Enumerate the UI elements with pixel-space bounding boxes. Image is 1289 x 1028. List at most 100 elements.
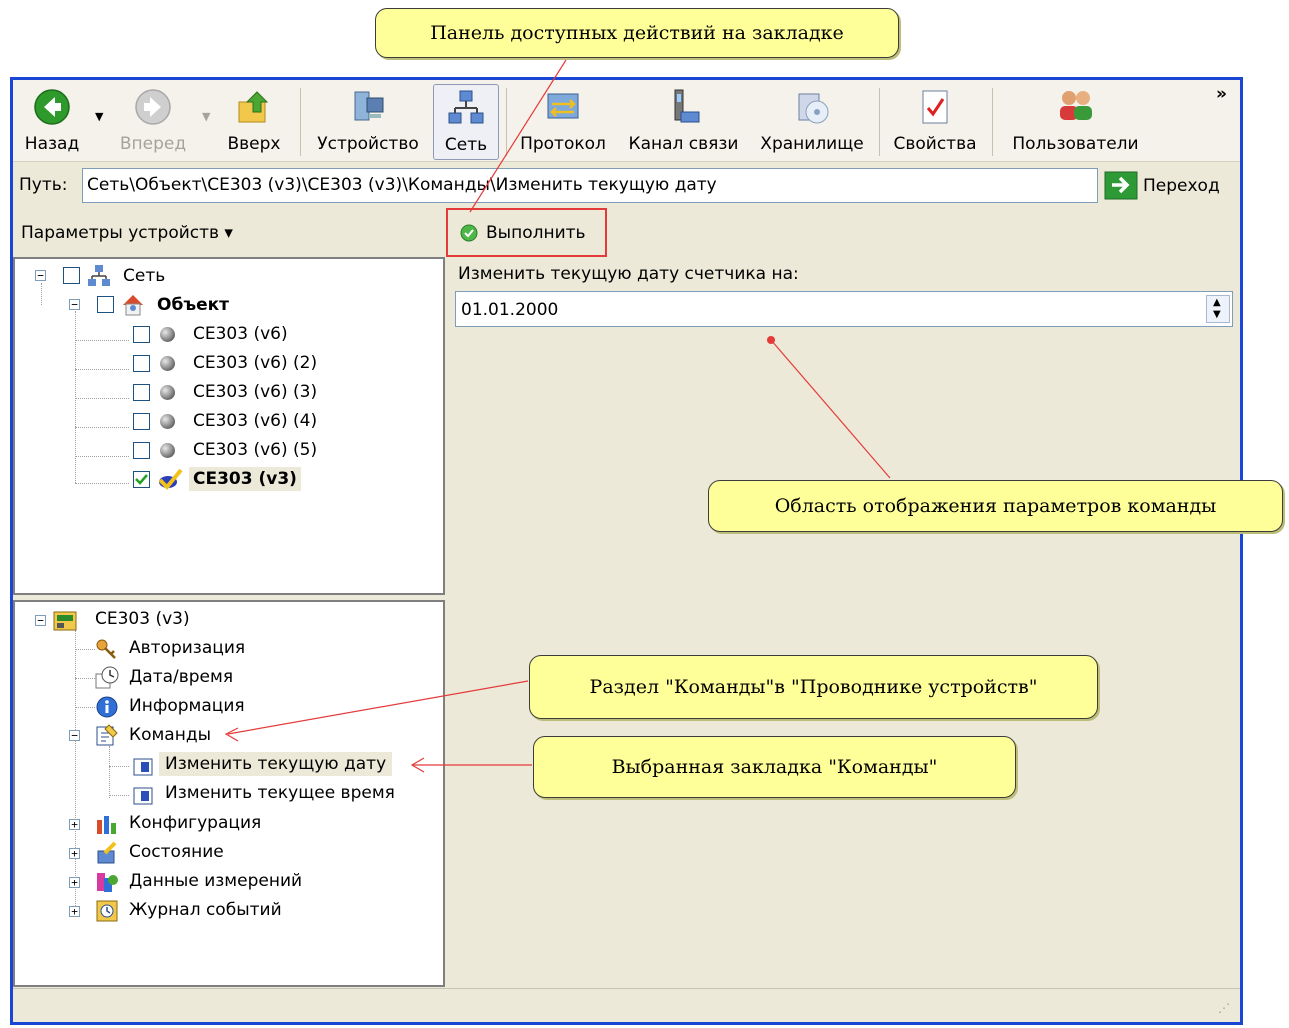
checkbox[interactable] <box>97 296 114 313</box>
forward-dropdown-icon[interactable]: ▼ <box>202 110 210 123</box>
toolbar-separator <box>992 88 993 156</box>
tree-node-device-selected[interactable]: СЕ303 (v3) <box>189 467 301 491</box>
device-offline-icon <box>160 414 175 429</box>
toolbar: Назад ▼ Вперед ▼ Вверх Устройство Сеть П… <box>13 80 1240 162</box>
network-button[interactable]: Сеть <box>433 84 499 160</box>
folder-up-icon <box>238 91 269 123</box>
forward-arrow-icon <box>135 89 171 125</box>
disk-storage-icon <box>798 93 829 124</box>
checkbox[interactable] <box>63 267 80 284</box>
tree-node-auth[interactable]: Авторизация <box>129 638 245 658</box>
path-label: Путь: <box>19 175 68 195</box>
network-tree: − Сеть − Объект СЕ303 (v6) СЕ303 (v6) (2… <box>13 257 445 595</box>
collapse-toggle[interactable]: − <box>69 299 80 310</box>
state-icon <box>97 841 117 864</box>
tree-node-info[interactable]: Информация <box>129 696 245 716</box>
date-input[interactable]: 01.01.2000 ▲ ▼ <box>455 291 1233 327</box>
collapse-toggle[interactable]: − <box>35 615 46 626</box>
tree-node-state[interactable]: Состояние <box>129 842 224 862</box>
protocol-icon <box>547 93 579 119</box>
tree-node-object[interactable]: Объект <box>157 295 229 315</box>
spin-down-icon[interactable]: ▼ <box>1213 309 1221 320</box>
device-params-dropdown[interactable]: Параметры устройств ▾ <box>21 223 233 243</box>
toolbar-separator <box>300 88 301 156</box>
expand-toggle[interactable]: + <box>69 877 80 888</box>
clock-calendar-icon <box>95 666 119 689</box>
event-log-icon <box>96 900 118 922</box>
toolbar-separator <box>879 88 880 156</box>
network-icon <box>448 90 484 124</box>
execute-highlight-frame <box>446 208 607 257</box>
tree-node-config[interactable]: Конфигурация <box>129 813 261 833</box>
collapse-toggle[interactable]: − <box>69 730 80 741</box>
back-arrow-icon <box>34 89 70 125</box>
path-input[interactable]: Сеть\Объект\СЕ303 (v3)\СЕ303 (v3)\Команд… <box>82 168 1098 203</box>
command-item-icon <box>133 787 153 805</box>
checkbox[interactable] <box>133 355 150 372</box>
checkbox-checked[interactable] <box>133 471 150 488</box>
toolbar-separator <box>506 88 507 156</box>
info-icon <box>96 696 118 718</box>
properties-button[interactable]: Свойства <box>887 84 983 160</box>
tree-node-device-root[interactable]: СЕ303 (v3) <box>95 609 190 629</box>
meter-device-icon <box>53 611 77 631</box>
tree-node-datetime[interactable]: Дата/время <box>129 667 233 687</box>
checkbox[interactable] <box>133 384 150 401</box>
tree-node-measurements[interactable]: Данные измерений <box>129 871 302 891</box>
device-offline-icon <box>160 327 175 342</box>
toolbar-overflow-button[interactable]: » <box>1216 84 1227 104</box>
checklist-icon <box>922 90 948 124</box>
tree-node-events[interactable]: Журнал событий <box>129 900 282 920</box>
go-button[interactable]: Переход <box>1143 176 1220 196</box>
tree-node-device[interactable]: СЕ303 (v6) (3) <box>193 382 317 402</box>
date-input-value: 01.01.2000 <box>461 300 559 320</box>
protocol-button[interactable]: Протокол <box>513 84 613 160</box>
expand-toggle[interactable]: + <box>69 906 80 917</box>
collapse-toggle[interactable]: − <box>35 270 46 281</box>
device-offline-icon <box>160 356 175 371</box>
status-bar: ⋰ <box>13 988 1240 1022</box>
checkbox[interactable] <box>133 413 150 430</box>
users-button[interactable]: Пользователи <box>1003 84 1148 160</box>
tree-node-device[interactable]: СЕ303 (v6) <box>193 324 288 344</box>
tree-node-device[interactable]: СЕ303 (v6) (5) <box>193 440 317 460</box>
date-spinner[interactable]: ▲ ▼ <box>1206 295 1230 323</box>
checkmark-icon <box>135 474 148 485</box>
users-icon <box>1059 91 1092 120</box>
checkbox[interactable] <box>133 326 150 343</box>
spin-up-icon[interactable]: ▲ <box>1213 297 1221 308</box>
command-item-icon <box>133 758 153 776</box>
device-button[interactable]: Устройство <box>309 84 427 160</box>
commands-icon <box>96 724 118 746</box>
up-button[interactable]: Вверх <box>219 84 289 160</box>
command-params-panel: Изменить текущую дату счетчика на: 01.01… <box>448 258 1238 987</box>
configuration-icon <box>97 816 116 834</box>
network-icon <box>88 265 110 286</box>
channel-button[interactable]: Канал связи <box>621 84 746 160</box>
back-button[interactable]: Назад <box>17 84 87 160</box>
tree-node-commands[interactable]: Команды <box>129 725 211 745</box>
tree-node-device[interactable]: СЕ303 (v6) (2) <box>193 353 317 373</box>
expand-toggle[interactable]: + <box>69 819 80 830</box>
forward-button[interactable]: Вперед <box>113 84 193 160</box>
go-arrow-icon[interactable] <box>1104 171 1138 200</box>
tree-node-device[interactable]: СЕ303 (v6) (4) <box>193 411 317 431</box>
callout-selected-tab: Выбранная закладка "Команды" <box>533 736 1016 798</box>
back-dropdown-icon[interactable]: ▼ <box>95 110 103 123</box>
command-param-label: Изменить текущую дату счетчика на: <box>458 264 799 284</box>
resize-grip-icon[interactable]: ⋰ <box>1218 1001 1230 1015</box>
checkbox[interactable] <box>133 442 150 459</box>
device-online-check-icon <box>158 468 183 490</box>
callout-commands-section: Раздел "Команды"в "Проводнике устройств" <box>529 655 1098 719</box>
tree-node-network[interactable]: Сеть <box>123 266 165 286</box>
tree-node-cmd-date-selected[interactable]: Изменить текущую дату <box>159 752 393 776</box>
callout-action-panel: Панель доступных действий на закладке <box>375 8 899 58</box>
expand-toggle[interactable]: + <box>69 848 80 859</box>
action-bar: Параметры устройств ▾ <box>13 209 1240 257</box>
key-icon <box>96 639 116 659</box>
tree-node-cmd-time[interactable]: Изменить текущее время <box>165 783 395 803</box>
modem-icon <box>674 89 699 123</box>
device-offline-icon <box>160 385 175 400</box>
house-icon <box>123 295 143 316</box>
storage-button[interactable]: Хранилище <box>753 84 871 160</box>
